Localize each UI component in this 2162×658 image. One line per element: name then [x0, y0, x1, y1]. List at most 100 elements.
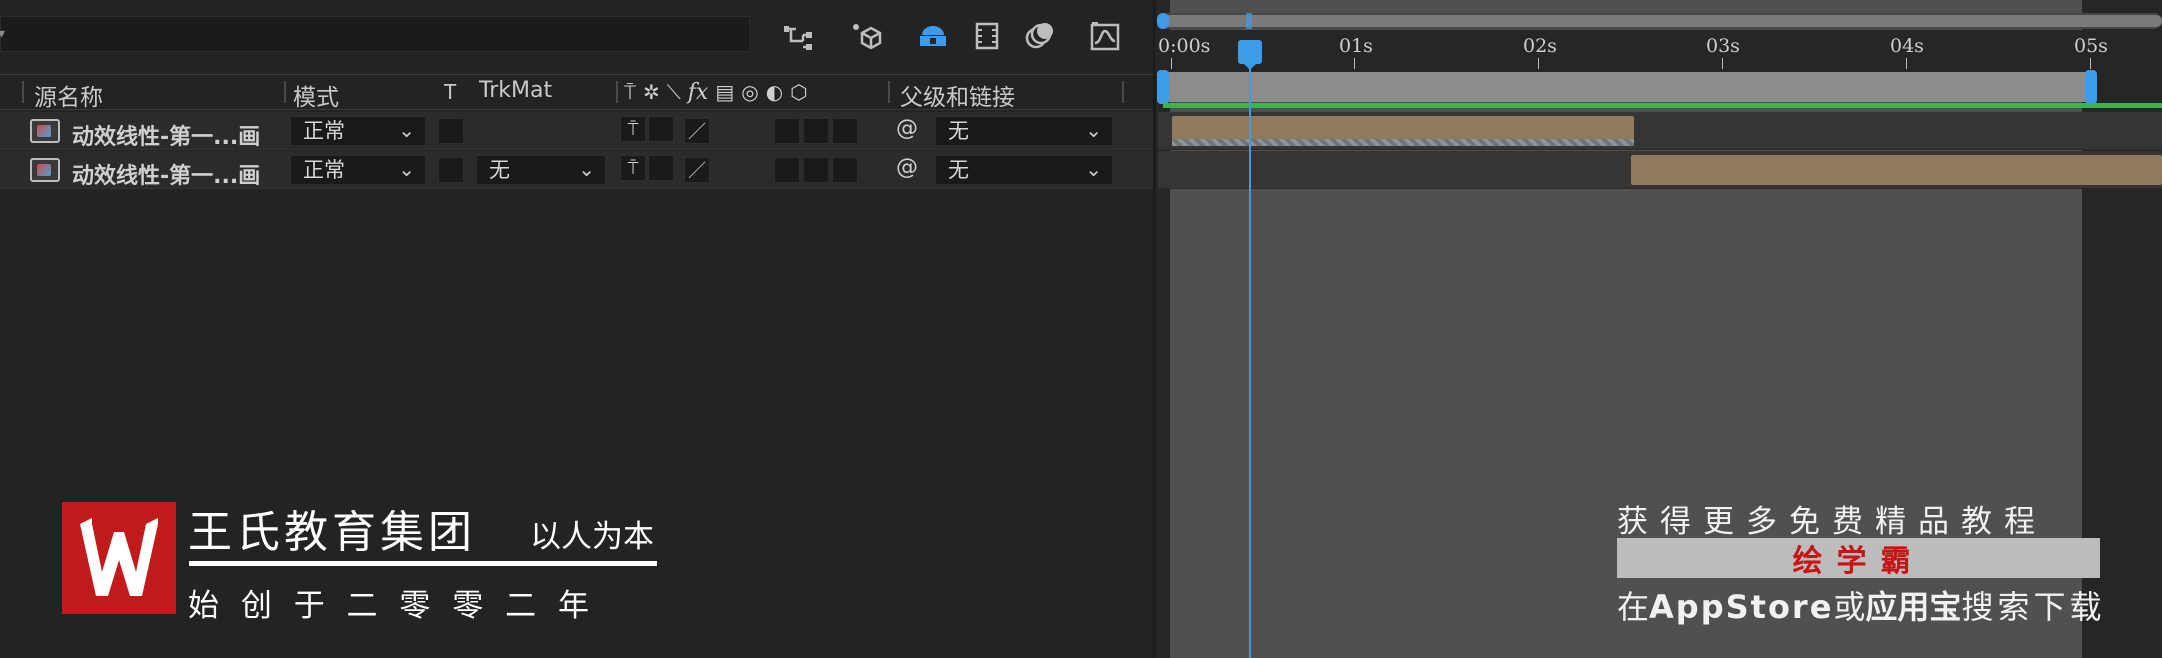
parent-dropdown[interactable]: 无 ⌄: [935, 116, 1113, 146]
motion-blur-switch[interactable]: [803, 118, 829, 144]
column-divider: [1122, 81, 1124, 103]
time-ruler[interactable]: [1155, 30, 2162, 72]
watermark-subtitle: 始 创 于 二 零 零 二 年: [188, 588, 595, 624]
solo-layers-icon[interactable]: [912, 18, 954, 54]
tick-mark: [1722, 58, 1723, 69]
flowchart-icon[interactable]: [778, 18, 820, 54]
shy-switch[interactable]: ⍑: [620, 116, 646, 142]
column-divider: [22, 81, 24, 103]
chevron-down-icon: ⌄: [398, 118, 415, 142]
column-divider: [888, 81, 890, 103]
watermark-slogan: 以人为本: [530, 519, 654, 555]
graph-editor-icon[interactable]: [1084, 18, 1126, 54]
collapse-switch[interactable]: [648, 155, 674, 181]
work-area-bar[interactable]: [1163, 72, 2091, 102]
tick-mark: [1538, 58, 1539, 69]
chevron-down-icon: ⌄: [1085, 157, 1102, 181]
parent-dropdown[interactable]: 无 ⌄: [935, 155, 1113, 185]
layer-name[interactable]: 动效线性-第一...画: [72, 158, 260, 190]
chevron-down-icon: ⌄: [1085, 118, 1102, 142]
tick-mark: [2090, 58, 2091, 69]
tick-label: 03s: [1706, 35, 1740, 57]
tick-label: 05s: [2074, 35, 2108, 57]
mode-dropdown[interactable]: 正常 ⌄: [290, 116, 426, 146]
quality-icon[interactable]: ⟍: [667, 80, 681, 104]
watermark-brand: 绘学霸: [1792, 544, 1925, 579]
3d-layer-icon[interactable]: ⬡: [790, 80, 807, 104]
tick-mark: [1354, 58, 1355, 69]
column-parent[interactable]: 父级和链接: [900, 78, 1015, 112]
chevron-down-icon: ⌄: [398, 157, 415, 181]
playhead-handle[interactable]: [1238, 40, 1262, 70]
pickwhip-icon[interactable]: @: [896, 116, 918, 141]
watermark-title: 王氏教育集团: [188, 507, 476, 558]
frame-blend-icon[interactable]: ▤: [715, 80, 734, 104]
pickwhip-icon[interactable]: @: [896, 155, 918, 180]
tick-label: 02s: [1523, 35, 1557, 57]
download-post: 搜索下载: [1961, 588, 2106, 626]
composition-icon: [30, 158, 60, 182]
download-mid: 或: [1833, 588, 1866, 626]
time-navigator-start-handle[interactable]: [1157, 13, 1169, 29]
preserve-transparency-checkbox[interactable]: [438, 118, 464, 144]
trkmat-value: 无: [489, 158, 510, 182]
watermark-promo-text: 获得更多免费精品教程: [1617, 504, 2047, 540]
mode-dropdown[interactable]: 正常 ⌄: [290, 155, 426, 185]
parent-value: 无: [948, 119, 969, 143]
column-mode[interactable]: 模式: [293, 78, 339, 112]
motion-blur-icon[interactable]: [1018, 18, 1060, 54]
column-trkmat[interactable]: TrkMat: [479, 78, 552, 103]
layer-duration-bar[interactable]: [1631, 155, 2162, 185]
frame-blend-switch[interactable]: [774, 118, 800, 144]
motion-blur-switch[interactable]: [803, 157, 829, 183]
layer-name[interactable]: 动效线性-第一...画: [72, 119, 260, 151]
motion-blur-switch-icon[interactable]: ◎: [741, 80, 758, 104]
search-dropdown-icon[interactable]: ▾: [0, 26, 5, 42]
search-input[interactable]: [0, 16, 750, 52]
download-appstore: AppStore: [1649, 588, 1834, 626]
mode-value: 正常: [303, 158, 345, 182]
quality-switch[interactable]: ／: [684, 157, 710, 183]
wangshi-logo: [62, 502, 176, 614]
tick-mark: [1171, 58, 1172, 69]
work-area-start-handle[interactable]: [1157, 70, 1169, 104]
collapse-switch[interactable]: [648, 116, 674, 142]
column-divider: [616, 81, 618, 103]
time-navigator-range[interactable]: [1164, 15, 2162, 27]
shy-icon[interactable]: ⍑: [624, 80, 636, 104]
draft-3d-icon[interactable]: [844, 18, 886, 54]
panel-divider[interactable]: [1153, 0, 1156, 658]
effects-icon[interactable]: fx: [688, 80, 709, 105]
adjustment-switch[interactable]: [832, 157, 858, 183]
tick-label: 04s: [1890, 35, 1924, 57]
watermark-rule: [189, 561, 657, 566]
trkmat-dropdown[interactable]: 无 ⌄: [476, 155, 606, 185]
layer-switches: ⍑: [620, 155, 684, 185]
frame-blend-switch[interactable]: [774, 157, 800, 183]
work-area-end-handle[interactable]: [2085, 70, 2097, 104]
shy-switch[interactable]: ⍑: [620, 155, 646, 181]
collapse-icon[interactable]: ✲: [643, 80, 660, 104]
column-source-name[interactable]: 源名称: [34, 78, 103, 112]
tick-label: 01s: [1339, 35, 1373, 57]
adjustment-switch[interactable]: [832, 118, 858, 144]
composition-icon: [30, 119, 60, 143]
navigator-playhead-marker: [1246, 13, 1252, 29]
column-t[interactable]: T: [444, 80, 456, 104]
column-divider: [284, 81, 286, 103]
switches-header: ⍑ ✲ ⟍ fx ▤ ◎ ◐ ⬡: [624, 78, 862, 106]
quality-switch[interactable]: ／: [684, 118, 710, 144]
preserve-transparency-checkbox[interactable]: [438, 157, 464, 183]
mode-value: 正常: [303, 119, 345, 143]
watermark-brand-bar: 绘学霸: [1617, 538, 2100, 579]
adjustment-layer-icon[interactable]: ◐: [766, 80, 783, 104]
render-cache-bar: [1163, 103, 2162, 108]
current-time-indicator[interactable]: [1249, 40, 1251, 658]
frame-blending-icon[interactable]: [966, 18, 1008, 54]
watermark-download-text: 在AppStore或应用宝搜索下载: [1617, 582, 2105, 628]
layer-switches: ⍑: [620, 116, 684, 146]
tick-label: 0:00s: [1158, 35, 1211, 57]
download-store: 应用宝: [1865, 588, 1962, 626]
tick-mark: [1906, 58, 1907, 69]
chevron-down-icon: ⌄: [578, 157, 595, 181]
